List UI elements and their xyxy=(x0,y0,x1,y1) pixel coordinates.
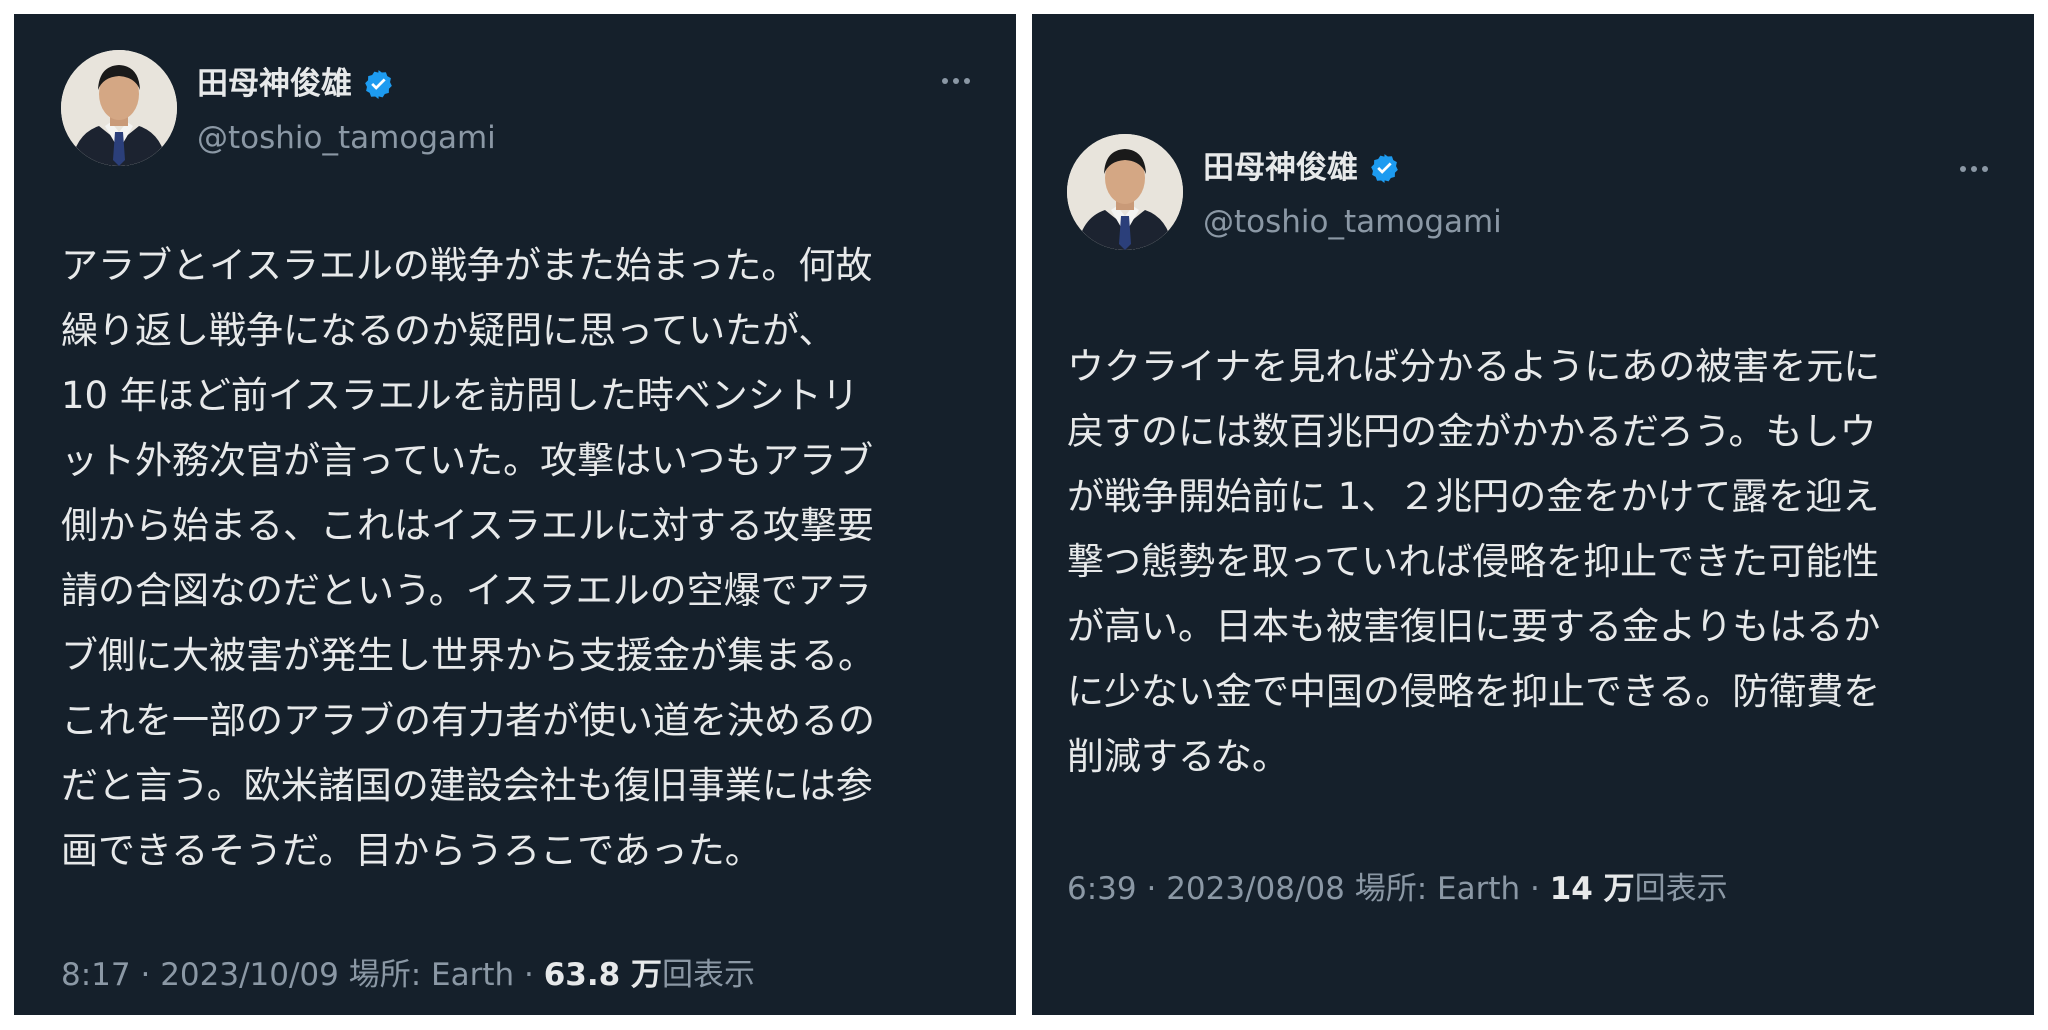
views-label: 回表示 xyxy=(662,957,756,993)
tweet-text-line: 請の合図なのだという。イスラエルの空爆でアラ xyxy=(61,569,872,612)
verified-badge-icon xyxy=(365,69,392,99)
avatar[interactable] xyxy=(1067,134,1183,250)
tweet-text-line: が高い。日本も被害復旧に要する金よりもはるか xyxy=(1067,605,1881,648)
tweet-text-line: アラブとイスラエルの戦争がまた始まった。何故 xyxy=(61,244,873,287)
author-handle[interactable]: @toshio_tamogami xyxy=(197,118,496,158)
tweet-text-line: だと言う。欧米諸国の建設会社も復旧事業には参 xyxy=(61,764,873,807)
tweet-text-line: これを一部のアラブの有力者が使い道を決めるの xyxy=(61,699,875,742)
tweet-text-line: 削減するな。 xyxy=(1067,735,1289,778)
tweet-date[interactable]: 2023/08/08 xyxy=(1166,871,1345,907)
tweet-location: 場所: Earth xyxy=(348,957,515,993)
author-handle[interactable]: @toshio_tamogami xyxy=(1203,202,1502,242)
author-row: 田母神俊雄 xyxy=(197,64,395,104)
views-count: 63.8 万 xyxy=(543,957,663,993)
tweet-text-line: ウクライナを見れば分かるようにあの被害を元に xyxy=(1067,345,1881,388)
verified-badge-icon xyxy=(1371,153,1398,183)
author-name[interactable]: 田母神俊雄 xyxy=(1203,148,1358,188)
meta-separator: · xyxy=(1520,871,1550,907)
tweet-text-line: に少ない金で中国の侵略を抑止できる。防衛費を xyxy=(1067,670,1881,713)
tweet-time[interactable]: 6:39 xyxy=(1067,871,1137,907)
tweet-text: アラブとイスラエルの戦争がまた始まった。何故 繰り返し戦争になるのか疑問に思って… xyxy=(61,233,875,883)
avatar-portrait xyxy=(1067,134,1183,250)
tweet-text-line: ブ側に大被害が発生し世界から支援金が集まる。 xyxy=(61,634,875,677)
tweet-meta: 8:17 · 2023/10/09 場所: Earth · 63.8 万回表示 xyxy=(61,955,755,995)
tweet-text-line: ット外務次官が言っていた。攻撃はいつもアラブ xyxy=(61,439,874,482)
views-count: 14 万 xyxy=(1549,871,1635,907)
tweet-text-line: が戦争開始前に 1、２兆円の金をかけて露を迎え xyxy=(1067,475,1880,518)
tweet-text-line: 画できるそうだ。目からうろこであった。 xyxy=(61,829,762,872)
tweet-location: 場所: Earth xyxy=(1354,871,1521,907)
tweet-text-line: 10 年ほど前イスラエルを訪問した時ベンシトリ xyxy=(61,374,859,417)
avatar-portrait xyxy=(61,50,177,166)
tweet-text-line: 撃つ態勢を取っていれば侵略を抑止できた可能性 xyxy=(1067,540,1880,583)
tweet-time[interactable]: 8:17 xyxy=(61,957,131,993)
meta-separator: · xyxy=(130,957,161,993)
more-options-icon[interactable] xyxy=(942,78,970,84)
meta-separator: · xyxy=(514,957,544,993)
more-options-icon[interactable] xyxy=(1960,166,1988,172)
tweet-card: 田母神俊雄 @toshio_tamogami ウクライナを見れば分かるようにあの… xyxy=(1032,14,2034,1015)
meta-separator: · xyxy=(1136,871,1167,907)
tweet-text-line: 戻すのには数百兆円の金がかかるだろう。もしウ xyxy=(1067,410,1877,453)
author-name[interactable]: 田母神俊雄 xyxy=(197,64,352,104)
tweet-text: ウクライナを見れば分かるようにあの被害を元に 戻すのには数百兆円の金がかかるだろ… xyxy=(1067,334,1880,789)
avatar[interactable] xyxy=(61,50,177,166)
tweet-text-line: 側から始まる、これはイスラエルに対する攻撃要 xyxy=(61,504,874,547)
tweet-meta: 6:39 · 2023/08/08 場所: Earth · 14 万回表示 xyxy=(1067,869,1728,909)
views-label: 回表示 xyxy=(1634,871,1728,907)
tweet-text-line: 繰り返し戦争になるのか疑問に思っていたが、 xyxy=(61,309,836,352)
tweet-date[interactable]: 2023/10/09 xyxy=(160,957,339,993)
author-row: 田母神俊雄 xyxy=(1203,148,1401,188)
tweet-card: 田母神俊雄 @toshio_tamogami アラブとイスラエルの戦争がまた始ま… xyxy=(14,14,1016,1015)
